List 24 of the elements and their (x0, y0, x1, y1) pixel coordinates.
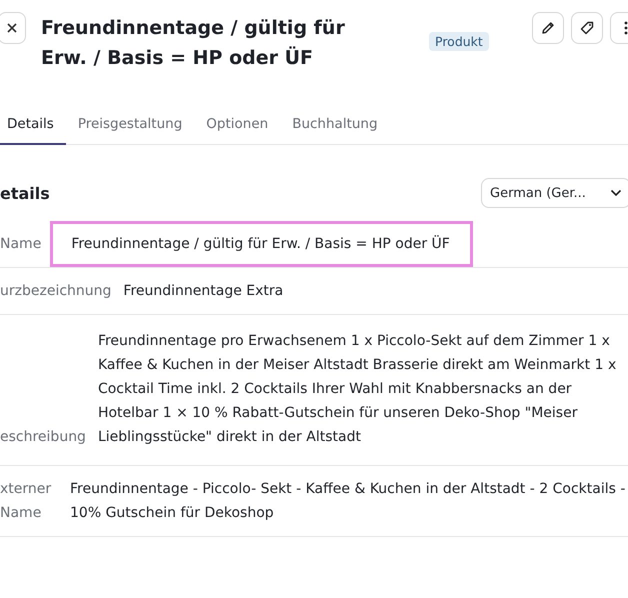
edit-button[interactable] (532, 12, 564, 44)
tab[interactable]: Preisgestaltung (66, 116, 194, 145)
tag-icon (579, 20, 595, 36)
tab[interactable]: Optionen (194, 116, 280, 145)
field-label: xterner Name (0, 480, 52, 523)
close-icon (6, 22, 18, 34)
section-title: etails (0, 184, 50, 202)
field-value: Freundinnentage Extra (123, 282, 284, 301)
tag-button[interactable] (571, 12, 603, 44)
field-label: eschreibung (0, 428, 86, 447)
field-value: Freundinnentage / gültig für Erw. / Basis = HP oder ÜF (53, 224, 470, 264)
field-label: urzbezeichnung (0, 282, 112, 301)
tab[interactable]: Details (0, 116, 66, 145)
more-icon (624, 20, 628, 36)
field-value: Freundinnentage pro Erwachsenem 1 x Piccolo-Sekt auf dem Zimmer 1 x Kaffee & Kuchen in der Meiser Altstadt Brasserie direkt am Weinmarkt 1 x Cocktail Time inkl. 2 Cocktails Ihrer Wahl mit Knabbersnacks an der Hotelbar 1 × 10 % Rabatt-Gutschein für unseren Deko-Shop "Meiser Lieblingsstücke" direkt in der Altstadt (98, 332, 618, 447)
page-title: Freundinnentage / gültig für Erw. / Basis = HP oder ÜF (41, 16, 346, 71)
language-select[interactable]: German (Ger... (481, 178, 628, 208)
tab[interactable]: Buchhaltung (280, 116, 390, 145)
field-label: Name (0, 235, 42, 254)
pencil-icon (540, 20, 556, 36)
type-badge: Produkt (429, 32, 489, 51)
field-value: Freundinnentage - Piccolo- Sekt - Kaffee & Kuchen in der Altstadt - 2 Cocktails - 10% Gutschein für Dekoshop (70, 480, 626, 523)
chevron-icon (610, 189, 622, 197)
close-button[interactable] (0, 12, 26, 44)
